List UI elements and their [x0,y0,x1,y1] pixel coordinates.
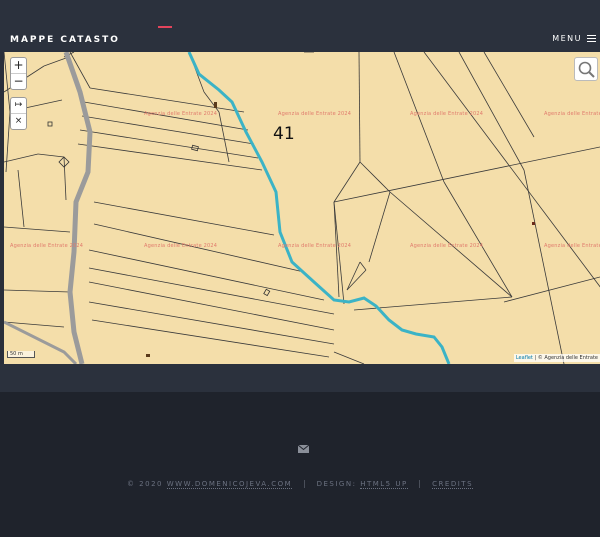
measure-button[interactable]: ↦ [11,98,26,113]
footer: © 2020 WWW.DOMENICOJEVA.COM DESIGN: HTML… [0,392,600,537]
hamburger-icon [587,34,596,43]
watermark: Agenzia delle Entrate 2024 [10,243,84,249]
menu-button[interactable]: MENU [552,34,596,43]
watermark: Agenzia delle Entrate 2024 [144,111,218,117]
menu-label: MENU [552,34,582,43]
divider [419,480,421,488]
search-icon [578,61,595,78]
watermark: Agenzia delle Entrate 2024 [144,243,218,249]
design-prefix: DESIGN: [316,480,361,488]
map-attribution: Leaflet | © Agenzia delle Entrate [513,354,600,362]
watermark: Agenzia delle Entrate 2024 [278,111,352,117]
copyright-text: © 2020 [126,480,163,488]
zoom-in-button[interactable]: + [11,58,26,73]
map-tiles [4,52,600,364]
watermark: Agenzia delle Entrate 2024 [544,111,600,117]
site-brand[interactable]: MAPPE CATASTO [10,35,120,45]
attribution-text: | © Agenzia delle Entrate [532,355,598,361]
mail-icon[interactable] [298,445,309,453]
watermark: Agenzia delle Entrate 2024 [410,111,484,117]
parcel-number-label: 41 [273,124,295,144]
search-button[interactable] [574,57,598,81]
site-link[interactable]: WWW.DOMENICOJEVA.COM [166,480,293,489]
divider [303,480,305,488]
scale-bar: 50 m [7,351,35,358]
accent-line [158,26,172,28]
zoom-out-button[interactable]: − [11,73,26,89]
watermark: Agenzia delle Entrate 2024 [410,243,484,249]
map-bottom-strip [0,364,600,392]
measure-control: ↦ × [10,97,27,130]
cadastral-map[interactable]: Agenzia delle Entrate 2024 Agenzia delle… [4,52,600,364]
zoom-control: + − [10,57,27,90]
clear-button[interactable]: × [11,113,26,129]
watermark: Agenzia delle Entrate 2024 [278,243,352,249]
footer-credits: © 2020 WWW.DOMENICOJEVA.COM DESIGN: HTML… [0,480,600,489]
watermark: Agenzia delle Entrate 2024 [544,243,600,249]
leaflet-link[interactable]: Leaflet [516,355,533,361]
credits-link[interactable]: CREDITS [432,480,474,489]
design-link[interactable]: HTML5 UP [360,480,408,489]
